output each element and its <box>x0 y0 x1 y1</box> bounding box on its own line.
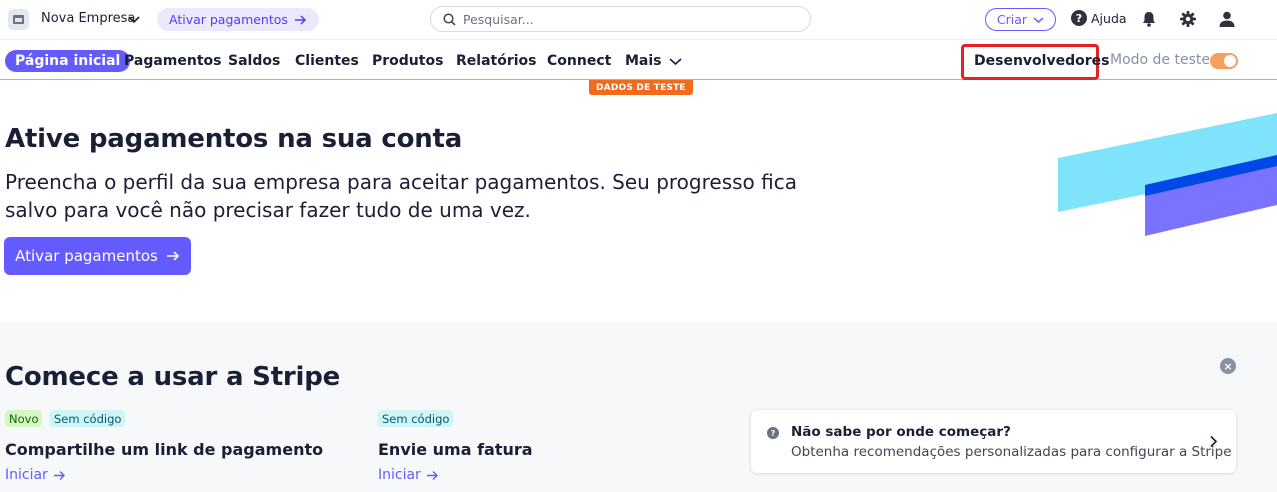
user-icon[interactable] <box>1218 10 1236 28</box>
chevron-down-icon <box>668 57 682 65</box>
help-button[interactable]: ? Ajuda <box>1071 10 1127 26</box>
hero-subtitle: Preencha o perfil da sua empresa para ac… <box>5 170 797 222</box>
start-link-label: Iniciar <box>5 467 48 483</box>
main-nav: Página inicial Pagamentos Saldos Cliente… <box>0 41 1277 80</box>
payment-link-card-title[interactable]: Compartilhe um link de pagamento <box>5 440 323 459</box>
account-name[interactable]: Nova Empresa <box>41 11 135 26</box>
test-mode-toggle[interactable] <box>1210 53 1238 69</box>
tag-no-code: Sem código <box>50 410 126 427</box>
nav-more-label: Mais <box>625 53 662 69</box>
chevron-down-icon <box>1033 16 1044 23</box>
tag-no-code: Sem código <box>378 410 454 427</box>
nav-customers[interactable]: Clientes <box>295 50 359 72</box>
gear-icon[interactable] <box>1179 10 1197 28</box>
get-started-title: Comece a usar a Stripe <box>5 362 341 392</box>
bell-icon[interactable] <box>1140 10 1158 28</box>
search-input[interactable] <box>463 11 783 27</box>
help-icon: ? <box>1071 10 1087 26</box>
question-icon: ? <box>767 427 779 439</box>
recommendations-card[interactable]: ? Não sabe por onde começar? Obtenha rec… <box>751 410 1236 473</box>
nav-developers[interactable]: Desenvolvedores <box>974 50 1109 72</box>
test-mode-label: Modo de teste <box>1110 52 1210 68</box>
search-bar[interactable] <box>430 6 811 32</box>
decorative-stripes-graphic <box>1058 113 1277 236</box>
help-label: Ajuda <box>1091 10 1127 26</box>
chevron-down-icon[interactable] <box>127 10 141 28</box>
close-icon[interactable]: × <box>1220 358 1236 374</box>
recommendations-text: Obtenha recomendações personalizadas par… <box>791 444 1232 460</box>
nav-more[interactable]: Mais <box>625 50 682 72</box>
arrow-right-icon <box>53 470 65 480</box>
activate-payments-button-label: Ativar pagamentos <box>15 247 158 265</box>
activate-payments-button[interactable]: Ativar pagamentos <box>4 237 191 275</box>
nav-balances[interactable]: Saldos <box>228 50 280 72</box>
nav-home[interactable]: Página inicial <box>5 50 131 72</box>
hero-title: Ative pagamentos na sua conta <box>5 124 463 154</box>
nav-connect[interactable]: Connect <box>547 50 611 72</box>
test-data-badge: DADOS DE TESTE <box>589 80 693 95</box>
activate-payments-pill[interactable]: Ativar pagamentos <box>157 8 319 31</box>
activate-pill-label: Ativar pagamentos <box>169 12 288 27</box>
store-icon[interactable] <box>8 9 29 30</box>
payment-link-start-link[interactable]: Iniciar <box>5 467 66 483</box>
top-bar: Nova Empresa Ativar pagamentos Criar ? A… <box>0 0 1277 40</box>
chevron-right-icon <box>1210 435 1218 448</box>
arrow-right-icon <box>426 470 438 480</box>
arrow-right-icon <box>166 251 179 261</box>
invoice-card-title[interactable]: Envie uma fatura <box>378 440 533 459</box>
create-button[interactable]: Criar <box>985 8 1056 31</box>
arrow-right-icon <box>294 14 306 25</box>
nav-payments[interactable]: Pagamentos <box>124 50 222 72</box>
create-button-label: Criar <box>996 12 1028 27</box>
recommendations-title: Não sabe por onde começar? <box>791 424 1011 440</box>
search-icon <box>443 12 456 26</box>
start-link-label: Iniciar <box>378 467 421 483</box>
nav-reports[interactable]: Relatórios <box>456 50 537 72</box>
tag-new: Novo <box>5 410 43 427</box>
invoice-start-link[interactable]: Iniciar <box>378 467 439 483</box>
nav-products[interactable]: Produtos <box>372 50 443 72</box>
